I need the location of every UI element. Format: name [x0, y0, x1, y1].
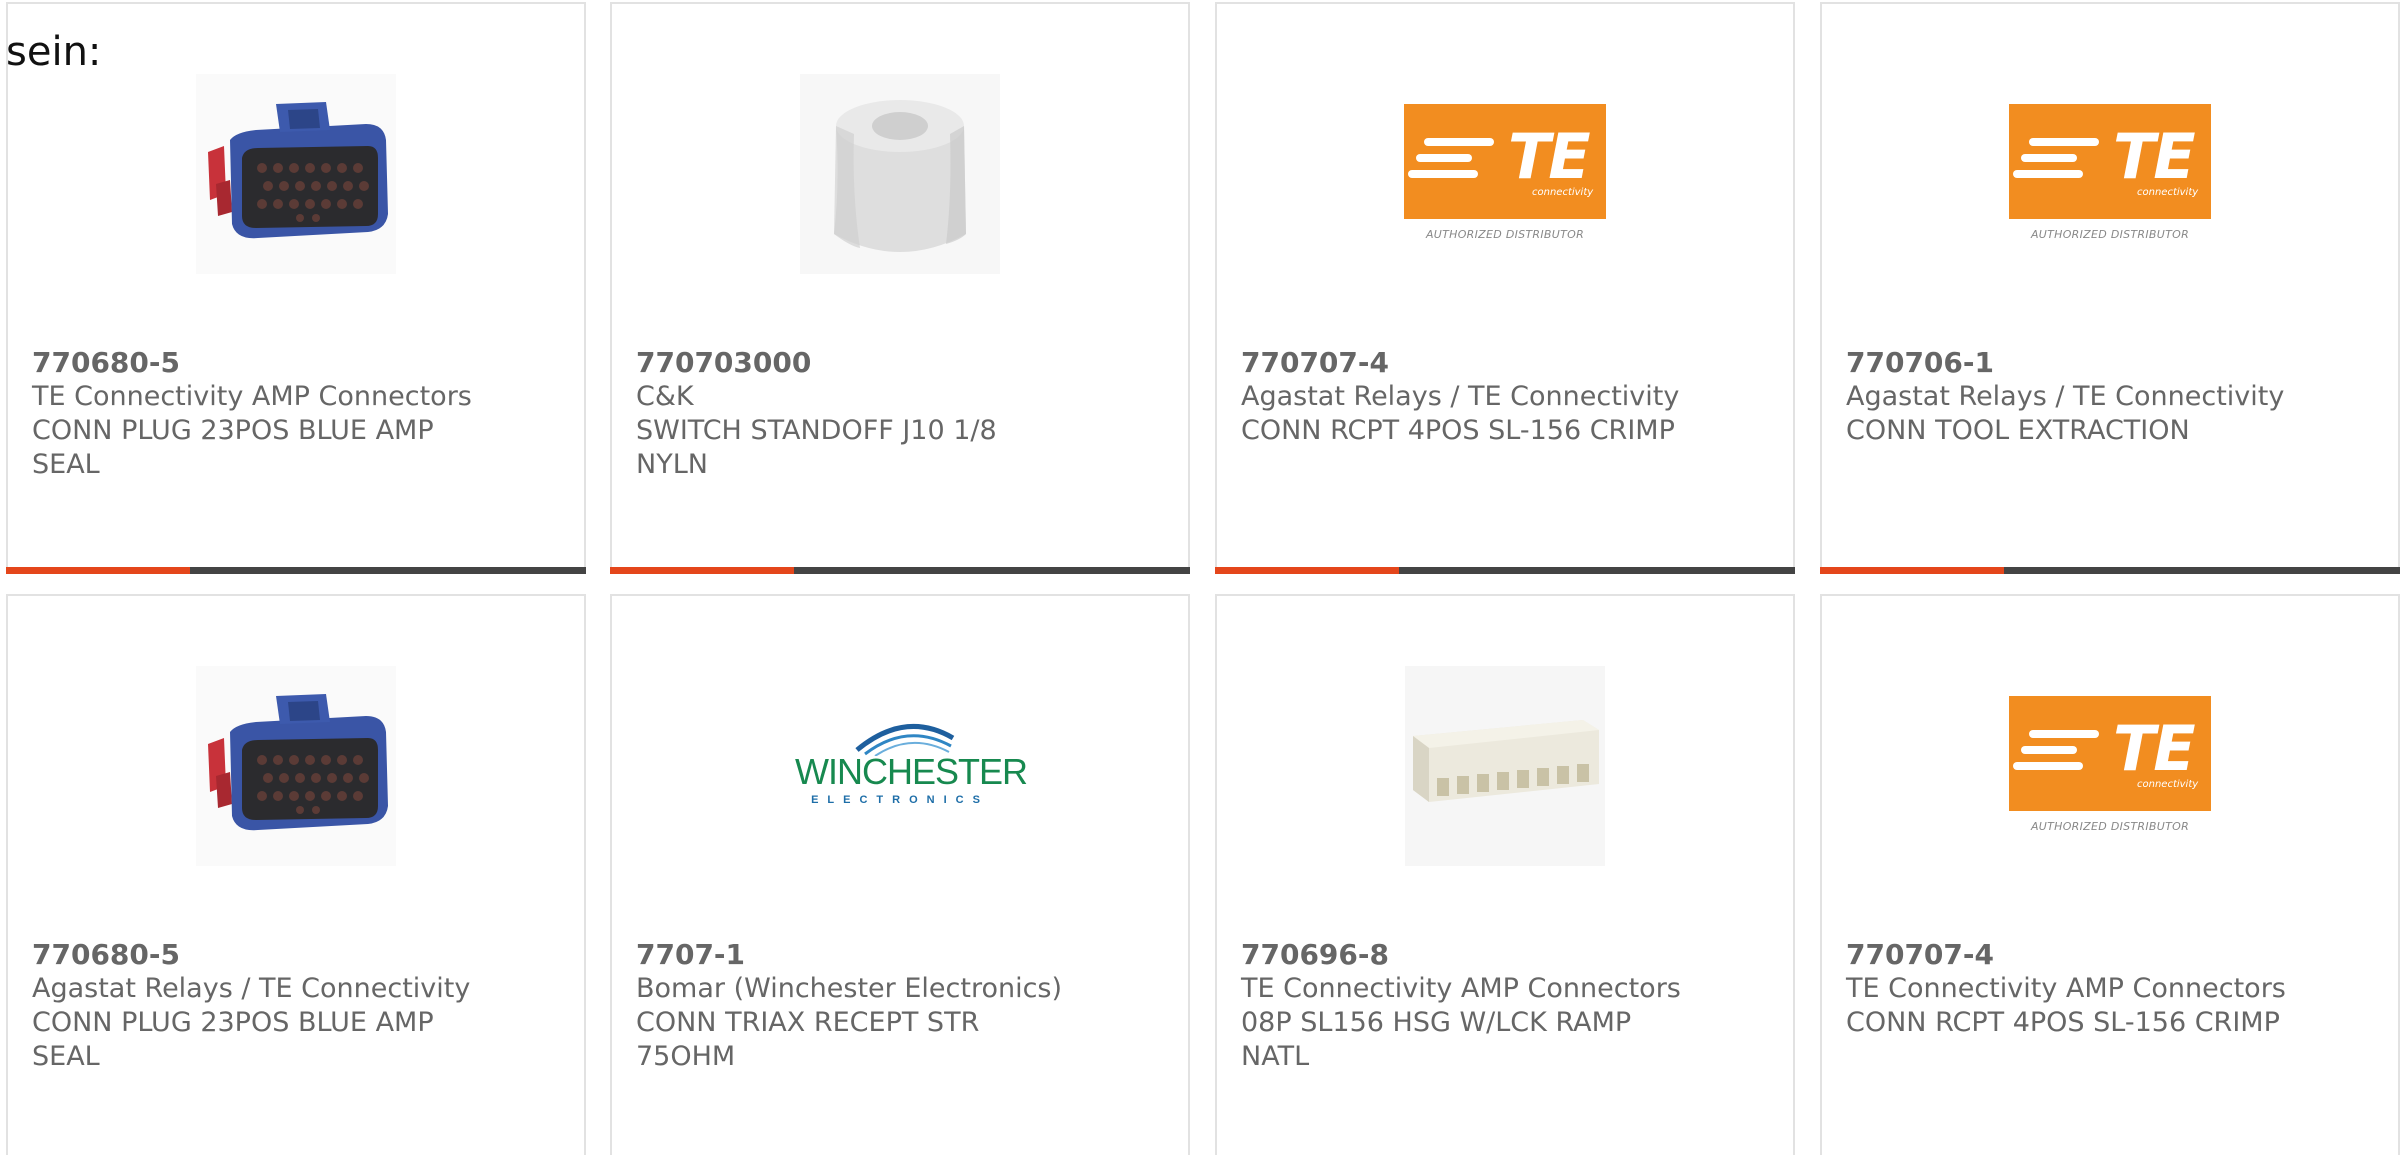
product-card[interactable]: TE connectivity AUTHORIZED DISTRIBUTOR 7…: [1820, 594, 2400, 1155]
product-details: 770707-4 Agastat Relays / TE Connectivity…: [1241, 346, 1769, 448]
manufacturer: C&K: [636, 381, 694, 412]
product-image[interactable]: [612, 64, 1188, 284]
description-line: SEAL: [32, 449, 100, 480]
card-bottom-bar: [610, 567, 1190, 574]
product-card[interactable]: TE connectivity AUTHORIZED DISTRIBUTOR 7…: [1215, 2, 1795, 574]
description-line: CONN PLUG 23POS BLUE AMP: [32, 1007, 434, 1038]
product-image[interactable]: TE connectivity AUTHORIZED DISTRIBUTOR: [1217, 64, 1793, 284]
part-number[interactable]: 770703000: [636, 346, 1164, 380]
card-accent-bar: [1215, 567, 1399, 574]
blue-connector-plug-icon: [196, 666, 396, 866]
te-logo-text: TE: [1508, 120, 1591, 193]
product-card[interactable]: 770703000 C&K SWITCH STANDOFF J10 1/8 NYLN: [610, 2, 1190, 574]
description-line: NYLN: [636, 449, 708, 480]
product-card[interactable]: WINCHESTER ELECTRONICS 7707-1 Bomar (Winc…: [610, 594, 1190, 1155]
part-number[interactable]: 770706-1: [1846, 346, 2374, 380]
card-accent-bar: [1820, 567, 2004, 574]
product-grid: 770680-5 TE Connectivity AMP Connectors CO…: [0, 0, 2400, 1155]
te-logo-text: TE: [2113, 712, 2196, 785]
description-line: CONN TRIAX RECEPT STR: [636, 1007, 980, 1038]
product-details: 770680-5 TE Connectivity AMP Connectors CO…: [32, 346, 560, 482]
part-number[interactable]: 770707-4: [1241, 346, 1769, 380]
product-image[interactable]: WINCHESTER ELECTRONICS: [612, 656, 1188, 876]
manufacturer: TE Connectivity AMP Connectors: [1846, 973, 2286, 1004]
white-housing-connector-icon: [1405, 666, 1605, 866]
part-number[interactable]: 770680-5: [32, 938, 560, 972]
te-logo-sub: connectivity: [2137, 187, 2199, 198]
manufacturer: Agastat Relays / TE Connectivity: [32, 973, 471, 1004]
winchester-arcs-icon: [855, 724, 955, 756]
product-details: 770706-1 Agastat Relays / TE Connectivity…: [1846, 346, 2374, 448]
card-accent-bar: [610, 567, 794, 574]
part-number[interactable]: 7707-1: [636, 938, 1164, 972]
te-logo-sub: connectivity: [2137, 779, 2199, 790]
card-bottom-bar: [1215, 567, 1795, 574]
te-connectivity-logo: TE connectivity AUTHORIZED DISTRIBUTOR: [2009, 696, 2211, 836]
description-line: 75OHM: [636, 1041, 736, 1072]
manufacturer: Agastat Relays / TE Connectivity: [1846, 381, 2285, 412]
product-image[interactable]: TE connectivity AUTHORIZED DISTRIBUTOR: [1822, 656, 2398, 876]
te-logo-caption: AUTHORIZED DISTRIBUTOR: [1425, 228, 1585, 241]
te-logo-caption: AUTHORIZED DISTRIBUTOR: [2030, 228, 2190, 241]
card-bottom-bar: [1820, 567, 2400, 574]
product-card[interactable]: 770680-5 Agastat Relays / TE Connectivity…: [6, 594, 586, 1155]
card-bottom-bar: [6, 567, 586, 574]
winchester-electronics-logo: WINCHESTER ELECTRONICS: [795, 716, 1028, 816]
te-logo-caption: AUTHORIZED DISTRIBUTOR: [2030, 820, 2190, 833]
product-details: 770707-4 TE Connectivity AMP Connectors CO…: [1846, 938, 2374, 1040]
description-line: 08P SL156 HSG W/LCK RAMP: [1241, 1007, 1632, 1038]
te-connectivity-logo: TE connectivity AUTHORIZED DISTRIBUTOR: [2009, 104, 2211, 244]
description-line: SEAL: [32, 1041, 100, 1072]
nylon-standoff-icon: [800, 74, 1000, 274]
product-image[interactable]: [8, 656, 584, 876]
blue-connector-plug-icon: [196, 74, 396, 274]
product-card[interactable]: 770680-5 TE Connectivity AMP Connectors CO…: [6, 2, 586, 574]
part-number[interactable]: 770680-5: [32, 346, 560, 380]
manufacturer: TE Connectivity AMP Connectors: [32, 381, 472, 412]
manufacturer: Bomar (Winchester Electronics): [636, 973, 1063, 1004]
te-logo-lines: [1408, 138, 1494, 186]
product-card[interactable]: 770696-8 TE Connectivity AMP Connectors 08…: [1215, 594, 1795, 1155]
manufacturer: TE Connectivity AMP Connectors: [1241, 973, 1681, 1004]
description-line: NATL: [1241, 1041, 1310, 1072]
description-line: CONN RCPT 4POS SL-156 CRIMP: [1846, 1007, 2280, 1038]
product-image[interactable]: [1217, 656, 1793, 876]
product-grid-page: sein: 770680-5 TE Connectivity AMP Connec…: [0, 0, 2400, 1155]
description-line: CONN RCPT 4POS SL-156 CRIMP: [1241, 415, 1675, 446]
manufacturer: Agastat Relays / TE Connectivity: [1241, 381, 1680, 412]
te-logo-sub: connectivity: [1532, 187, 1594, 198]
winchester-logo-sub: ELECTRONICS: [811, 794, 989, 806]
product-details: 7707-1 Bomar (Winchester Electronics) CONN…: [636, 938, 1164, 1074]
te-connectivity-logo: TE connectivity AUTHORIZED DISTRIBUTOR: [1404, 104, 1606, 244]
lead-text: sein:: [6, 29, 102, 75]
product-details: 770680-5 Agastat Relays / TE Connectivity…: [32, 938, 560, 1074]
te-logo-text: TE: [2113, 120, 2196, 193]
description-line: CONN PLUG 23POS BLUE AMP: [32, 415, 434, 446]
product-image[interactable]: TE connectivity AUTHORIZED DISTRIBUTOR: [1822, 64, 2398, 284]
description-line: CONN TOOL EXTRACTION: [1846, 415, 2190, 446]
product-details: 770703000 C&K SWITCH STANDOFF J10 1/8 NYLN: [636, 346, 1164, 482]
product-card[interactable]: TE connectivity AUTHORIZED DISTRIBUTOR 7…: [1820, 2, 2400, 574]
part-number[interactable]: 770696-8: [1241, 938, 1769, 972]
card-accent-bar: [6, 567, 190, 574]
product-details: 770696-8 TE Connectivity AMP Connectors 08…: [1241, 938, 1769, 1074]
winchester-logo-name: WINCHESTER: [795, 751, 1028, 792]
part-number[interactable]: 770707-4: [1846, 938, 2374, 972]
te-logo-lines: [2013, 138, 2099, 186]
description-line: SWITCH STANDOFF J10 1/8: [636, 415, 997, 446]
product-image[interactable]: [8, 64, 584, 284]
te-logo-lines: [2013, 730, 2099, 778]
